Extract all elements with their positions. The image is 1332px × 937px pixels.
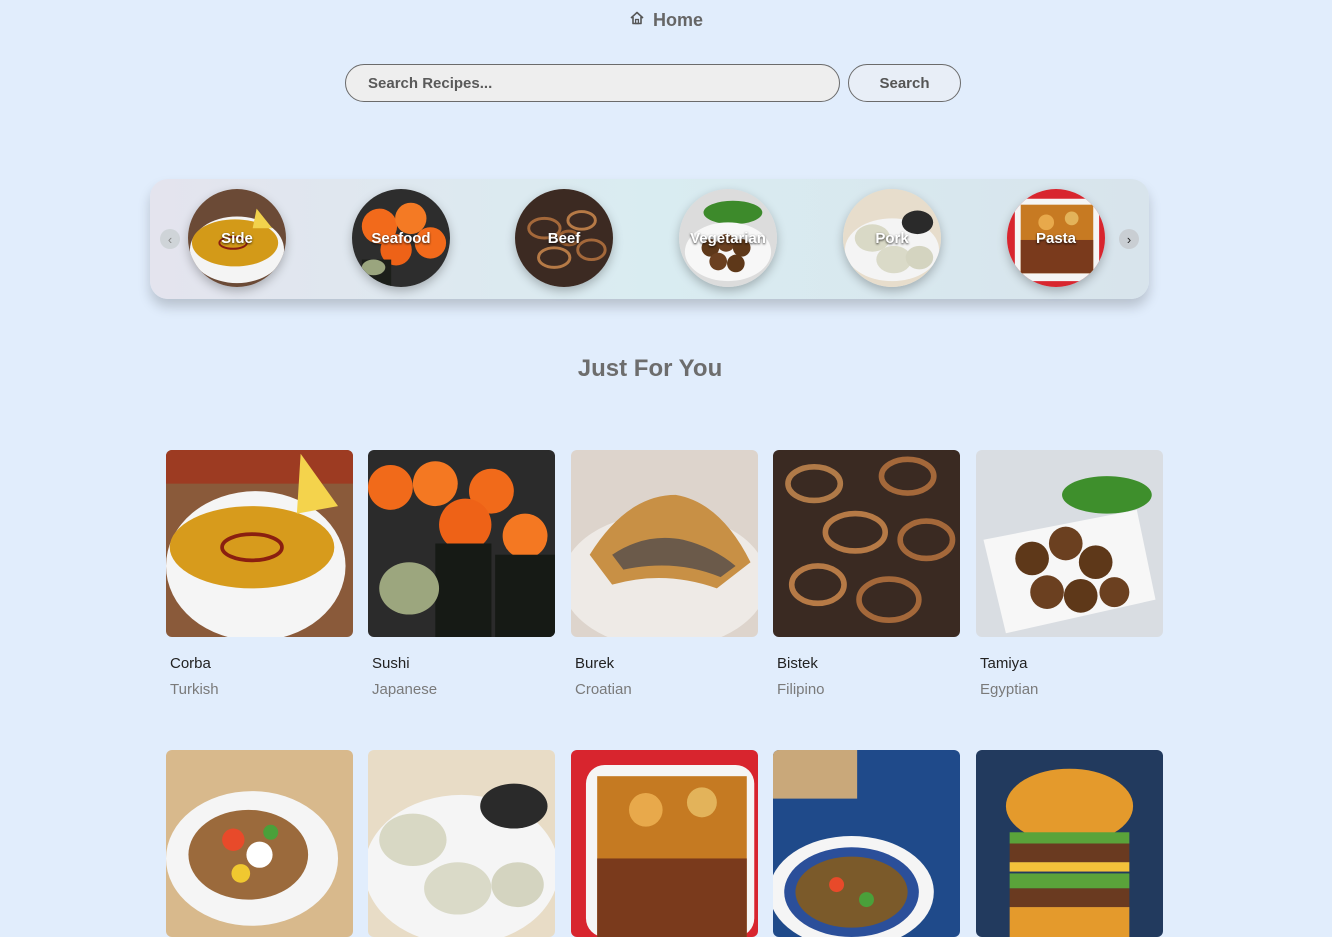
carousel-next-button[interactable]: › (1119, 229, 1139, 249)
recipe-card[interactable] (166, 750, 354, 937)
search-bar: Search (345, 64, 961, 102)
recipe-image (976, 450, 1163, 637)
recipe-name: Sushi (372, 655, 410, 672)
recipe-name: Tamiya (980, 655, 1028, 672)
recipe-name: Bistek (777, 655, 818, 672)
recipe-image (166, 750, 353, 937)
search-button[interactable]: Search (848, 64, 961, 102)
recipe-image (166, 450, 353, 637)
carousel-prev-button[interactable]: ‹ (160, 229, 180, 249)
recipe-card[interactable]: Sushi Japanese (368, 450, 556, 698)
recipe-image (976, 750, 1163, 937)
home-label: Home (652, 10, 703, 30)
home-nav-link[interactable]: Home (0, 10, 1332, 31)
recipe-card[interactable] (571, 750, 759, 937)
recipe-name: Corba (170, 655, 211, 672)
recipe-area: Croatian (575, 681, 632, 698)
category-label: Beef (547, 229, 581, 247)
recipe-image (773, 450, 960, 637)
search-input[interactable] (345, 64, 840, 102)
category-seafood[interactable]: Seafood (352, 189, 450, 287)
recipe-card[interactable] (976, 750, 1164, 937)
chevron-left-icon: ‹ (167, 231, 173, 247)
category-pork[interactable]: Pork (843, 189, 941, 287)
recipe-area: Egyptian (980, 681, 1039, 698)
recipe-name: Burek (575, 655, 615, 672)
category-carousel: ‹ Side Seafood Beef Vegetarian Pork Past… (150, 179, 1149, 299)
category-label: Vegetarian (690, 229, 766, 247)
recipe-image (773, 750, 960, 937)
home-icon (629, 10, 645, 31)
recipe-image (571, 750, 758, 937)
recipe-image (368, 750, 555, 937)
recipe-card[interactable] (773, 750, 961, 937)
recipe-card[interactable]: Bistek Filipino (773, 450, 961, 698)
category-vegetarian[interactable]: Vegetarian (679, 189, 777, 287)
recipe-area: Japanese (372, 681, 438, 698)
category-label: Pasta (1035, 229, 1077, 247)
category-label: Side (221, 229, 253, 247)
section-title: Just For You (577, 355, 723, 382)
category-pasta[interactable]: Pasta (1007, 189, 1105, 287)
chevron-right-icon: › (1126, 231, 1132, 247)
category-label: Seafood (371, 229, 431, 247)
recipe-area: Filipino (777, 681, 825, 698)
recipe-card[interactable]: Corba Turkish (166, 450, 354, 698)
recipe-area: Turkish (170, 681, 219, 698)
category-side[interactable]: Side (188, 189, 286, 287)
recipe-card[interactable]: Tamiya Egyptian (976, 450, 1164, 698)
recipe-image (368, 450, 555, 637)
recipe-card[interactable]: Burek Croatian (571, 450, 759, 698)
recipe-image (571, 450, 758, 637)
category-label: Pork (875, 229, 909, 247)
recipe-card[interactable] (368, 750, 556, 937)
category-beef[interactable]: Beef (515, 189, 613, 287)
